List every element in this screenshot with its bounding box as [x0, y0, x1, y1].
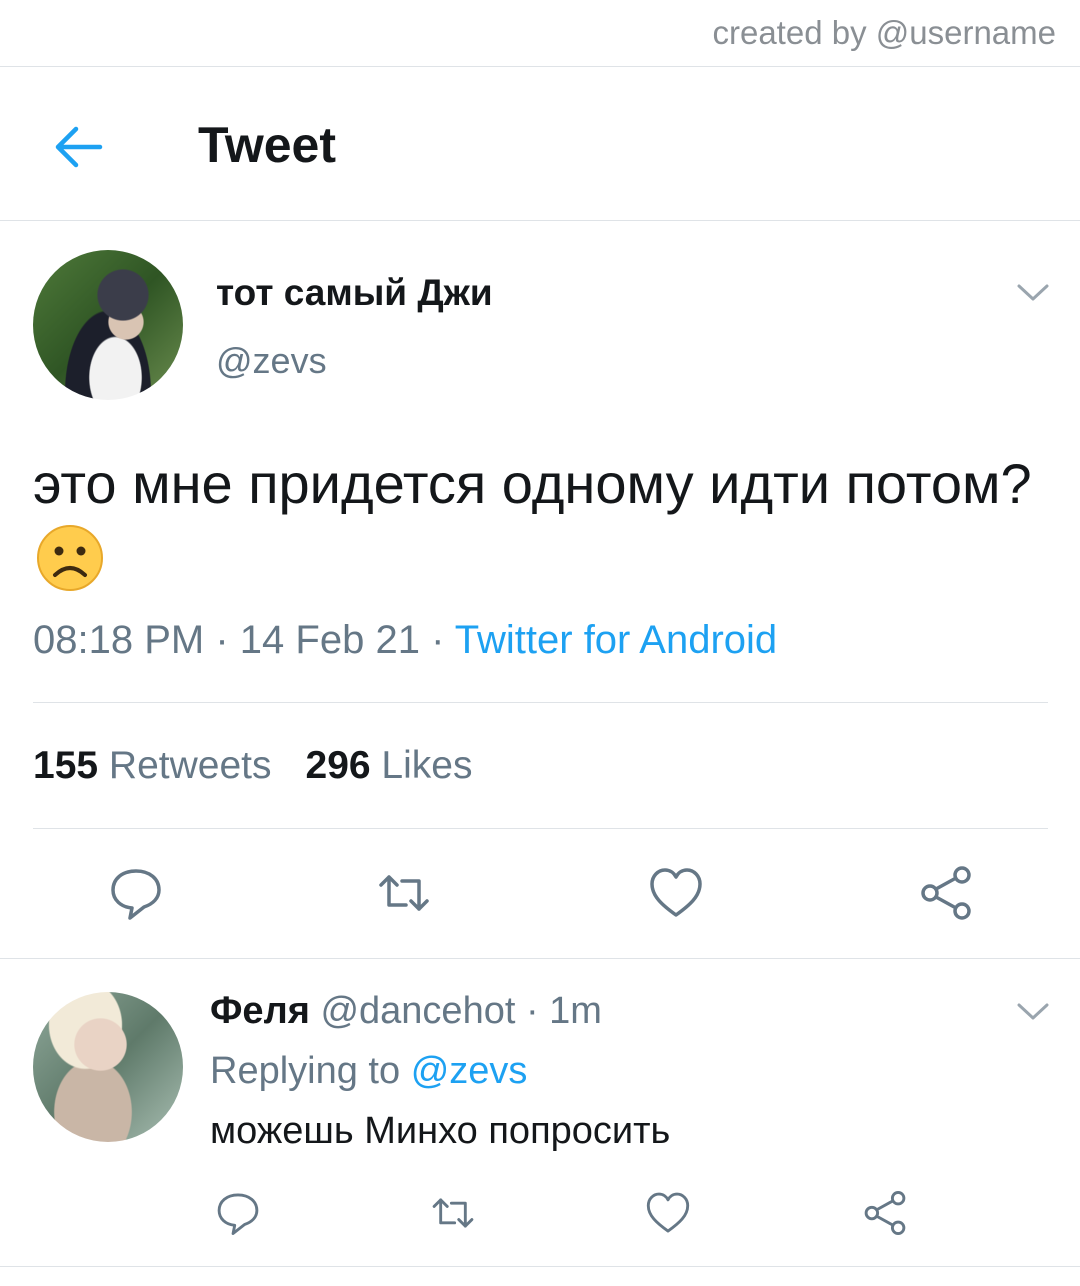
replying-to: Replying to @zevs — [210, 1050, 527, 1093]
frowning-face-icon — [37, 525, 103, 591]
separator: · — [431, 618, 445, 662]
retweets-count: 155 — [33, 744, 99, 787]
page-title: Tweet — [198, 117, 336, 173]
arrow-left-icon[interactable] — [52, 121, 104, 173]
tweet-meta: 08:18 PM · 14 Feb 21 · Twitter for Andro… — [33, 618, 777, 663]
likes-stat[interactable]: 296 Likes — [306, 744, 473, 787]
reply-text: можешь Минхо попросить — [210, 1110, 671, 1152]
replying-to-handle[interactable]: @zevs — [411, 1050, 528, 1092]
watermark: created by @username — [712, 14, 1056, 51]
replying-to-label: Replying to — [210, 1050, 401, 1092]
tweet-stats: 155 Retweets 296 Likes — [33, 744, 472, 788]
divider — [33, 828, 1048, 829]
share-icon[interactable] — [918, 865, 974, 921]
divider — [0, 220, 1080, 221]
author-handle[interactable]: @zevs — [216, 340, 327, 382]
reply-age: 1m — [549, 990, 602, 1032]
tweet-date: 14 Feb 21 — [239, 618, 420, 662]
reply-header: Феля @dancehot · 1m — [210, 990, 602, 1033]
retweet-icon[interactable] — [430, 1190, 476, 1236]
avatar[interactable] — [33, 250, 183, 400]
chevron-down-icon[interactable] — [1016, 1002, 1050, 1022]
reply-icon[interactable] — [108, 865, 164, 921]
like-icon[interactable] — [645, 1190, 691, 1236]
retweet-icon[interactable] — [376, 865, 432, 921]
author-name[interactable]: тот самый Джи — [216, 272, 493, 314]
chevron-down-icon[interactable] — [1016, 283, 1050, 303]
tweet-text-content: это мне придется одному идти потом? — [33, 452, 1032, 515]
reply-avatar[interactable] — [33, 992, 183, 1142]
separator: · — [525, 990, 539, 1032]
tweet-source-link[interactable]: Twitter for Android — [455, 618, 777, 662]
retweets-stat[interactable]: 155 Retweets — [33, 744, 272, 787]
reply-icon[interactable] — [215, 1190, 261, 1236]
divider — [0, 958, 1080, 959]
share-icon[interactable] — [862, 1190, 908, 1236]
tweet-time: 08:18 PM — [33, 618, 205, 662]
likes-label: Likes — [381, 744, 473, 787]
tweet-text: это мне придется одному идти потом? — [33, 445, 1033, 601]
like-icon[interactable] — [648, 865, 704, 921]
separator: · — [215, 618, 229, 662]
divider — [33, 702, 1048, 703]
divider — [0, 66, 1080, 67]
reply-author-handle[interactable]: @dancehot — [320, 990, 515, 1032]
reply-author-name[interactable]: Феля — [210, 990, 310, 1032]
likes-count: 296 — [305, 744, 371, 787]
divider — [0, 1266, 1080, 1267]
retweets-label: Retweets — [108, 744, 272, 787]
